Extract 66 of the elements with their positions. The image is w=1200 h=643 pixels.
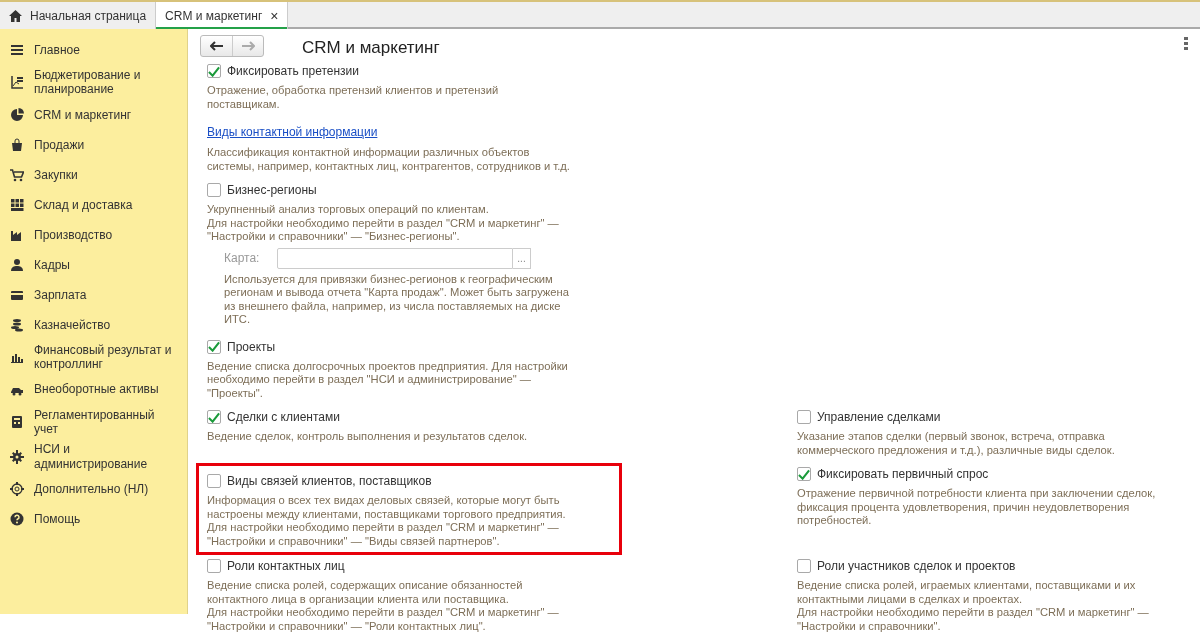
description: Ведение списка ролей, содержащих описание обязанностей контактного лица в организации клиента или поставщика. Для настройки необходимо перейти в раздел "CRM и маркетинг" — "Настройки и справочники" — "Роли контактных лиц". — [207, 579, 560, 633]
sidebar-item[interactable]: Главное — [0, 35, 187, 65]
description: Ведение сделок, контроль выполнения и результатов сделок. — [207, 430, 529, 444]
sidebar-item[interactable]: Производство — [0, 219, 187, 250]
sidebar-item[interactable]: Дополнительно (НЛ) — [0, 474, 187, 505]
sidebar-item[interactable]: Бюджетирование и планирование — [0, 65, 187, 100]
checkbox[interactable] — [797, 467, 811, 481]
calculator-icon — [10, 414, 24, 429]
chart-icon — [10, 75, 24, 90]
help-icon — [10, 512, 24, 527]
person-icon — [10, 257, 24, 272]
page-title: CRM и маркетинг — [302, 37, 440, 59]
checkbox-label[interactable]: Проекты — [227, 337, 276, 356]
description: Ведение списка ролей, играемых клиентами, поставщиками и их контактными лицами в сделках и проектах. Для настройки необходимо перейти в раздел "CRM и маркетинг" — "Настройки и справочники". — [797, 579, 1150, 633]
description: Укрупненный анализ торговых операций по клиентам. Для настройки необходимо перейти в раздел "CRM и маркетинг" — "Настройки и справочники" — "Бизнес-регионы". — [207, 203, 560, 244]
description: Классификация контактной информации различных объектов системы, например, контактных лиц, контрагентов, сотрудников и т.д. — [207, 146, 570, 173]
checkbox-label[interactable]: Бизнес-регионы — [227, 181, 317, 199]
checkbox-label[interactable]: Роли участников сделок и проектов — [817, 557, 1016, 575]
field-label: Карта: — [224, 250, 261, 267]
description: Информация о всех тех видах деловых связей, которые могут быть настроены между клиентами, поставщиками торгового предприятия. Для настройки необходимо перейти в раздел "CRM и маркетинг" — "Настройки и справочники" — "Виды связей партнеров". — [207, 494, 567, 548]
sidebar-item[interactable]: Внеоборотные активы — [0, 374, 187, 405]
checkbox[interactable] — [207, 559, 221, 573]
checkbox[interactable] — [207, 64, 221, 78]
description: Отражение первичной потребности клиента при заключении сделок, фиксация процента удовлетворения, причин неудовлетворения потребностей. — [797, 487, 1157, 528]
checkbox[interactable] — [797, 410, 811, 424]
back-arrow-icon — [209, 41, 224, 51]
sidebar-item[interactable]: Регламентированный учет — [0, 404, 187, 440]
checkbox[interactable] — [207, 183, 221, 197]
tab[interactable]: Начальная страница — [0, 2, 157, 29]
pie-chart-icon — [10, 107, 24, 122]
more-icon[interactable] — [1184, 37, 1188, 51]
checkbox-label[interactable]: Фиксировать претензии — [227, 62, 359, 80]
sidebar-item[interactable]: Закупки — [0, 159, 187, 190]
checkbox[interactable] — [207, 410, 221, 424]
sidebar-item[interactable]: НСИ и администрирование — [0, 439, 187, 475]
settings-icon — [10, 449, 24, 464]
sidebar-item[interactable]: Продажи — [0, 129, 187, 160]
description: Ведение списка долгосрочных проектов предприятия. Для настройки необходимо перейти в раздел "НСИ и администрирование" — "Проекты". — [207, 359, 569, 400]
sidebar-item[interactable]: Склад и доставка — [0, 189, 187, 220]
sidebar-item[interactable]: Зарплата — [0, 279, 187, 310]
coins-icon — [10, 317, 24, 332]
close-icon[interactable]: × — [270, 8, 279, 23]
checkbox-label[interactable]: Фиксировать первичный спрос — [817, 465, 989, 483]
checkbox-label[interactable]: Управление сделками — [817, 408, 941, 426]
forward-arrow-icon — [241, 41, 255, 51]
description: Используется для привязки бизнес-регионов к географическим регионам и вывода отчета "Карта продаж". Может быть загружена из внешнего файла, например, из числа поставляемых на диске ИТС. — [224, 272, 570, 327]
home-icon — [9, 9, 22, 22]
description: Указание этапов сделки (первый звонок, встреча, отправка коммерческого предложения и т.д.), различные виды сделок. — [797, 430, 1116, 457]
menu-icon — [10, 43, 24, 57]
settings-link[interactable]: Виды контактной информации — [207, 123, 378, 141]
tab[interactable]: CRM и маркетинг × — [156, 2, 289, 29]
cart-icon — [10, 167, 24, 182]
checkbox-label[interactable]: Роли контактных лиц — [227, 557, 345, 575]
sidebar-item[interactable]: Финансовый результат и контроллинг — [0, 339, 187, 375]
description: Отражение, обработка претензий клиентов и претензий поставщикам. — [207, 84, 500, 111]
bag-icon — [10, 137, 24, 152]
checkbox-label[interactable]: Сделки с клиентами — [227, 408, 340, 426]
checkbox-label[interactable]: Виды связей клиентов, поставщиков — [227, 472, 432, 490]
sidebar-item[interactable]: CRM и маркетинг — [0, 99, 187, 130]
sidebar-item[interactable]: Помощь — [0, 504, 187, 535]
sidebar-item[interactable]: Казначейство — [0, 309, 187, 340]
grid-icon — [10, 197, 24, 212]
sidebar-item[interactable]: Кадры — [0, 249, 187, 280]
checkbox[interactable] — [797, 559, 811, 573]
checkbox[interactable] — [207, 474, 221, 488]
checkbox[interactable] — [207, 339, 221, 354]
